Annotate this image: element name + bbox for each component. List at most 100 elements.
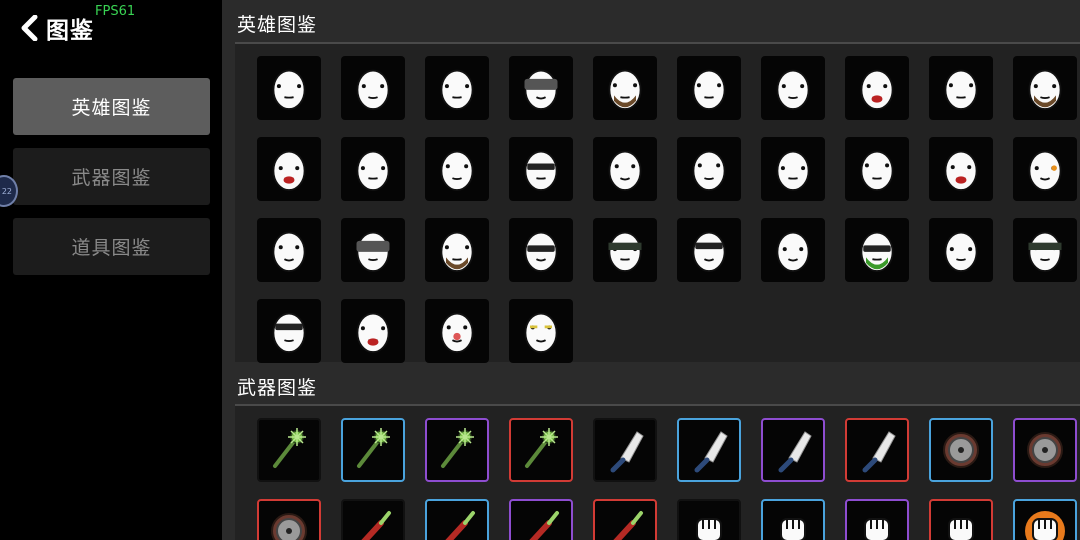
hero-card[interactable] <box>761 218 825 282</box>
weapon-card[interactable] <box>677 418 741 482</box>
mace-icon <box>441 428 474 468</box>
dagger-icon <box>445 511 475 540</box>
hero-card[interactable] <box>761 137 825 201</box>
dagger-icon <box>529 511 559 540</box>
weapon-card[interactable] <box>425 418 489 482</box>
hero-panda-icon <box>944 69 978 110</box>
hero-card[interactable] <box>425 56 489 120</box>
hero-card[interactable] <box>677 218 741 282</box>
weapon-card[interactable] <box>257 499 321 540</box>
tab-item-codex[interactable]: 道具图鉴 <box>13 218 210 275</box>
hero-card[interactable] <box>425 218 489 282</box>
mace-icon <box>273 428 306 468</box>
hero-card[interactable] <box>845 218 909 282</box>
hero-card[interactable] <box>1013 137 1077 201</box>
fist-icon <box>864 518 890 540</box>
hero-masked-glasses-icon <box>524 231 558 272</box>
hero-card[interactable] <box>929 137 993 201</box>
hero-card[interactable] <box>257 137 321 201</box>
weapon-card[interactable] <box>341 418 405 482</box>
dagger-icon <box>361 511 391 540</box>
hero-tophat-icon <box>776 231 810 272</box>
hero-suit-icon <box>272 231 306 272</box>
hero-card[interactable] <box>257 299 321 363</box>
hero-card[interactable] <box>761 56 825 120</box>
cleaver-icon <box>694 431 728 473</box>
hero-bleeding-icon <box>860 69 894 110</box>
hero-card[interactable] <box>257 218 321 282</box>
weapon-card[interactable] <box>425 499 489 540</box>
hero-ninja-icon <box>608 231 642 272</box>
hero-card[interactable] <box>593 56 657 120</box>
back-button[interactable]: 图鉴 <box>20 12 94 44</box>
weapon-card[interactable] <box>845 418 909 482</box>
weapon-card[interactable] <box>929 418 993 482</box>
weapon-card[interactable] <box>509 418 573 482</box>
hero-card[interactable] <box>845 56 909 120</box>
dagger-icon <box>613 511 643 540</box>
fire-fist-icon <box>1025 511 1065 540</box>
hero-card[interactable] <box>929 218 993 282</box>
hero-spiked-icon <box>1028 231 1062 272</box>
hero-pirate-icon <box>524 69 558 110</box>
hero-shout-icon <box>272 150 306 191</box>
hero-card[interactable] <box>677 56 741 120</box>
hero-card[interactable] <box>509 56 573 120</box>
hero-blank-icon <box>944 231 978 272</box>
hero-helmet-icon <box>356 231 390 272</box>
hero-calm-icon <box>692 150 726 191</box>
weapon-card[interactable] <box>677 499 741 540</box>
weapon-card[interactable] <box>593 418 657 482</box>
hero-section-title: 英雄图鉴 <box>237 14 318 36</box>
hero-smirk-icon <box>440 69 474 110</box>
hero-card[interactable] <box>425 299 489 363</box>
weapon-card[interactable] <box>845 499 909 540</box>
hero-orange-eye-icon <box>1028 150 1062 191</box>
weapon-card[interactable] <box>1013 499 1077 540</box>
hero-whisker-icon <box>860 150 894 191</box>
hero-card[interactable] <box>509 218 573 282</box>
hero-sleepy-icon <box>524 312 558 354</box>
saw-icon <box>271 513 307 540</box>
float-ball-label: 22 <box>1 186 12 196</box>
hero-shocked-icon <box>608 150 642 191</box>
hero-card[interactable] <box>341 137 405 201</box>
hero-card[interactable] <box>593 218 657 282</box>
hero-green-beard-icon <box>860 231 894 272</box>
hero-card[interactable] <box>257 56 321 120</box>
tab-weapon-codex[interactable]: 武器图鉴 <box>13 148 210 205</box>
hero-card[interactable] <box>341 299 405 363</box>
weapon-card[interactable] <box>341 499 405 540</box>
hero-mustache-icon <box>776 69 810 110</box>
hero-card[interactable] <box>1013 56 1077 120</box>
hero-card[interactable] <box>509 137 573 201</box>
hero-card[interactable] <box>845 137 909 201</box>
hero-card[interactable] <box>677 137 741 201</box>
saw-icon <box>943 432 979 468</box>
cleaver-icon <box>610 431 644 473</box>
weapon-card[interactable] <box>257 418 321 482</box>
hero-card[interactable] <box>341 56 405 120</box>
codex-content: 英雄图鉴 武器图鉴 <box>224 0 1080 540</box>
weapon-card[interactable] <box>761 499 825 540</box>
weapon-card[interactable] <box>1013 418 1077 482</box>
mace-icon <box>357 428 390 468</box>
hero-shades-pink-icon <box>524 150 558 191</box>
hero-card[interactable] <box>1013 218 1077 282</box>
mace-icon <box>525 428 558 468</box>
weapon-card[interactable] <box>509 499 573 540</box>
tab-hero-codex[interactable]: 英雄图鉴 <box>13 78 210 135</box>
hero-grid <box>235 42 1080 363</box>
weapon-card[interactable] <box>929 499 993 540</box>
cleaver-icon <box>862 431 896 473</box>
hero-sad-icon <box>440 150 474 191</box>
hero-stubble-icon <box>1028 69 1062 110</box>
hero-card[interactable] <box>509 299 573 363</box>
hero-card[interactable] <box>593 137 657 201</box>
hero-card[interactable] <box>425 137 489 201</box>
hero-angry-icon <box>356 312 390 354</box>
hero-card[interactable] <box>341 218 405 282</box>
weapon-card[interactable] <box>593 499 657 540</box>
weapon-card[interactable] <box>761 418 825 482</box>
hero-card[interactable] <box>929 56 993 120</box>
